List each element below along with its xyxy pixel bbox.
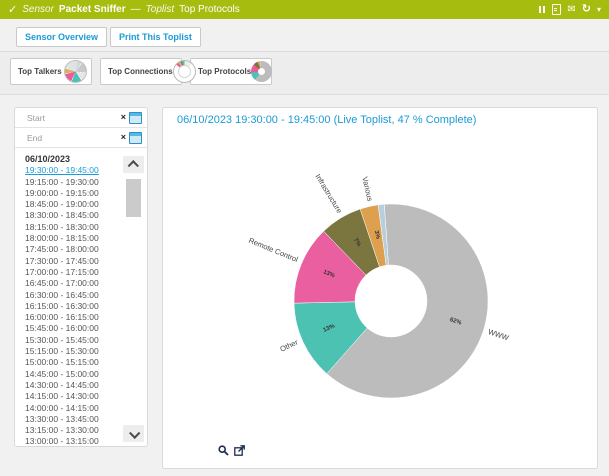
toolbar: Sensor Overview Print This Toplist xyxy=(16,27,201,47)
start-date-input[interactable] xyxy=(25,112,118,124)
clear-end-icon[interactable]: × xyxy=(121,133,126,142)
time-range-item[interactable]: 17:45:00 - 18:00:00 xyxy=(25,244,123,255)
print-toplist-button[interactable]: Print This Toplist xyxy=(110,27,201,47)
clear-start-icon[interactable]: × xyxy=(121,113,126,122)
time-filter-panel: × × 06/10/2023 19:30:00 - 19:45:0019:15:… xyxy=(14,107,148,447)
time-range-item[interactable]: 15:30:00 - 15:45:00 xyxy=(25,335,123,346)
toplist-name: Top Protocols xyxy=(179,4,240,15)
time-range-item[interactable]: 19:30:00 - 19:45:00 xyxy=(25,165,123,176)
protocol-donut-chart: 62%WWW13%Other13%Remote Control7%Infrast… xyxy=(163,108,599,470)
time-range-item[interactable]: 18:45:00 - 19:00:00 xyxy=(25,199,123,210)
slice-name-label: Remote Control xyxy=(247,236,299,264)
top-protocols-pie-icon xyxy=(251,61,272,82)
start-calendar-icon[interactable] xyxy=(129,112,142,124)
time-range-item[interactable]: 17:00:00 - 17:15:00 xyxy=(25,267,123,278)
date-header: 06/10/2023 xyxy=(25,154,123,165)
pause-icon[interactable] xyxy=(538,6,546,13)
toplist-card-label: Top Talkers xyxy=(18,67,62,76)
time-range-item[interactable]: 14:00:00 - 14:15:00 xyxy=(25,403,123,414)
chevron-down-icon xyxy=(129,427,140,438)
toplist-card-top-connections[interactable]: Top Connections xyxy=(100,58,182,85)
breadcrumb-separator: — xyxy=(131,4,141,15)
top-connections-pie-icon xyxy=(173,60,196,83)
time-range-item[interactable]: 14:45:00 - 15:00:00 xyxy=(25,369,123,380)
refresh-icon[interactable]: ↻ xyxy=(582,4,591,15)
time-list-scrollbar[interactable] xyxy=(123,156,144,442)
toplist-card-label: Top Protocols xyxy=(198,67,251,76)
slice-name-label: Infrastructure xyxy=(313,172,344,214)
end-date-row: × xyxy=(15,128,147,148)
sensor-overview-button[interactable]: Sensor Overview xyxy=(16,27,107,47)
scroll-up-button[interactable] xyxy=(123,156,144,173)
time-range-item[interactable]: 16:45:00 - 17:00:00 xyxy=(25,278,123,289)
toplist-card-top-protocols[interactable]: Top Protocols xyxy=(190,58,272,85)
time-range-item[interactable]: 17:30:00 - 17:45:00 xyxy=(25,256,123,267)
time-range-list: 06/10/2023 19:30:00 - 19:45:0019:15:00 -… xyxy=(15,148,123,444)
chevron-up-icon xyxy=(127,160,138,171)
start-date-row: × xyxy=(15,108,147,128)
caret-down-icon[interactable]: ▾ xyxy=(597,6,601,14)
time-range-item[interactable]: 14:30:00 - 14:45:00 xyxy=(25,380,123,391)
time-range-item[interactable]: 15:00:00 - 15:15:00 xyxy=(25,357,123,368)
toplist-label: Toplist xyxy=(146,4,175,15)
open-external-icon[interactable] xyxy=(234,445,245,456)
slice-name-label: WWW xyxy=(487,327,511,343)
sensor-header-bar: ✓ Sensor Packet Sniffer — Toplist Top Pr… xyxy=(0,0,609,19)
scroll-down-button[interactable] xyxy=(123,425,144,442)
slice-name-label: Other xyxy=(279,337,300,353)
end-calendar-icon[interactable] xyxy=(129,132,142,144)
scrollbar-thumb[interactable] xyxy=(126,179,141,217)
time-range-item[interactable]: 19:15:00 - 19:30:00 xyxy=(25,177,123,188)
slice-name-label: Various xyxy=(360,176,374,203)
time-range-item[interactable]: 15:15:00 - 15:30:00 xyxy=(25,346,123,357)
time-range-item[interactable]: 16:00:00 - 16:15:00 xyxy=(25,312,123,323)
time-range-item[interactable]: 19:00:00 - 19:15:00 xyxy=(25,188,123,199)
toplist-cards: Top Talkers Top Connections Top Protocols xyxy=(10,58,272,85)
time-range-item[interactable]: 18:30:00 - 18:45:00 xyxy=(25,210,123,221)
email-icon[interactable]: ✉ xyxy=(567,5,575,15)
time-range-item[interactable]: 14:15:00 - 14:30:00 xyxy=(25,391,123,402)
toplist-chart-panel: 06/10/2023 19:30:00 - 19:45:00 (Live Top… xyxy=(162,107,598,469)
sensor-label: Sensor xyxy=(22,4,54,15)
zoom-icon[interactable] xyxy=(218,445,229,456)
end-date-input[interactable] xyxy=(25,132,118,144)
time-range-item[interactable]: 18:15:00 - 18:30:00 xyxy=(25,222,123,233)
time-range-item[interactable]: 15:45:00 - 16:00:00 xyxy=(25,323,123,334)
time-range-item[interactable]: 13:30:00 - 13:45:00 xyxy=(25,414,123,425)
toplist-card-top-talkers[interactable]: Top Talkers xyxy=(10,58,92,85)
chart-tools xyxy=(218,445,245,456)
report-icon[interactable] xyxy=(552,4,561,15)
time-range-item[interactable]: 13:00:00 - 13:15:00 xyxy=(25,436,123,444)
time-range-item[interactable]: 16:30:00 - 16:45:00 xyxy=(25,290,123,301)
status-check-icon: ✓ xyxy=(8,3,17,16)
time-range-item[interactable]: 18:00:00 - 18:15:00 xyxy=(25,233,123,244)
time-range-item[interactable]: 13:15:00 - 13:30:00 xyxy=(25,425,123,436)
sensor-name[interactable]: Packet Sniffer xyxy=(59,4,126,15)
time-range-item[interactable]: 16:15:00 - 16:30:00 xyxy=(25,301,123,312)
toplist-card-label: Top Connections xyxy=(108,67,173,76)
top-talkers-pie-icon xyxy=(64,60,87,83)
